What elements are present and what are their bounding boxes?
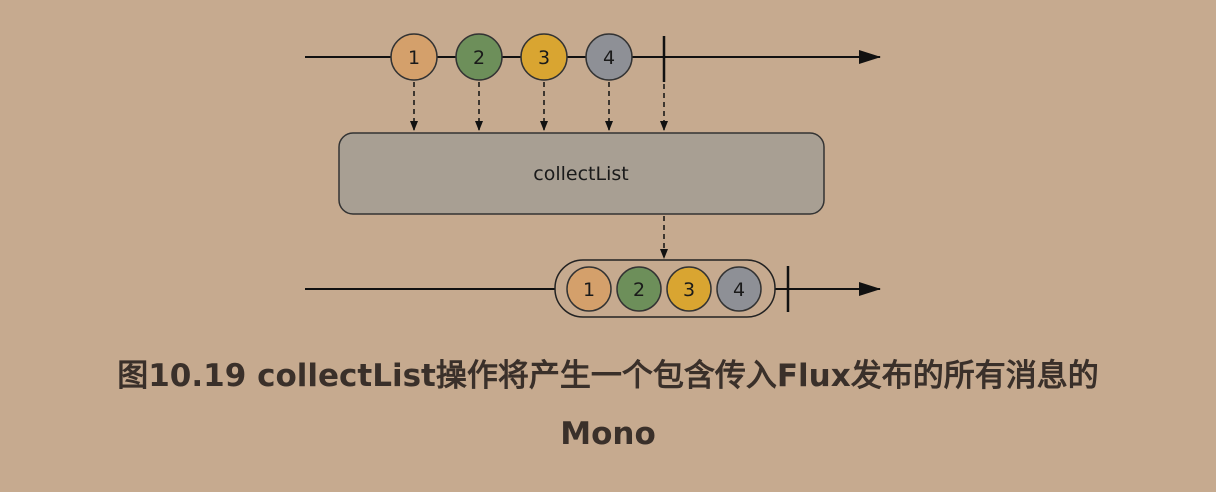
input-item-1-label: 1 xyxy=(408,47,420,69)
output-item-2-label: 2 xyxy=(633,279,645,301)
input-item-4-label: 4 xyxy=(603,47,615,69)
output-item-1-label: 1 xyxy=(583,279,595,301)
figure-caption-line-2: Mono xyxy=(560,416,656,452)
operator-label: collectList xyxy=(533,163,628,185)
output-item-4-label: 4 xyxy=(733,279,745,301)
input-dashed-arrows xyxy=(410,82,668,131)
figure-caption-line-1: 图10.19 collectList操作将产生一个包含传入Flux发布的所有消息… xyxy=(117,358,1099,394)
input-item-3-label: 3 xyxy=(538,47,550,69)
input-item-2-label: 2 xyxy=(473,47,485,69)
marble-diagram: 1 2 3 4 collectList 1 2 3 4 xyxy=(305,33,881,318)
output-item-3-label: 3 xyxy=(683,279,695,301)
